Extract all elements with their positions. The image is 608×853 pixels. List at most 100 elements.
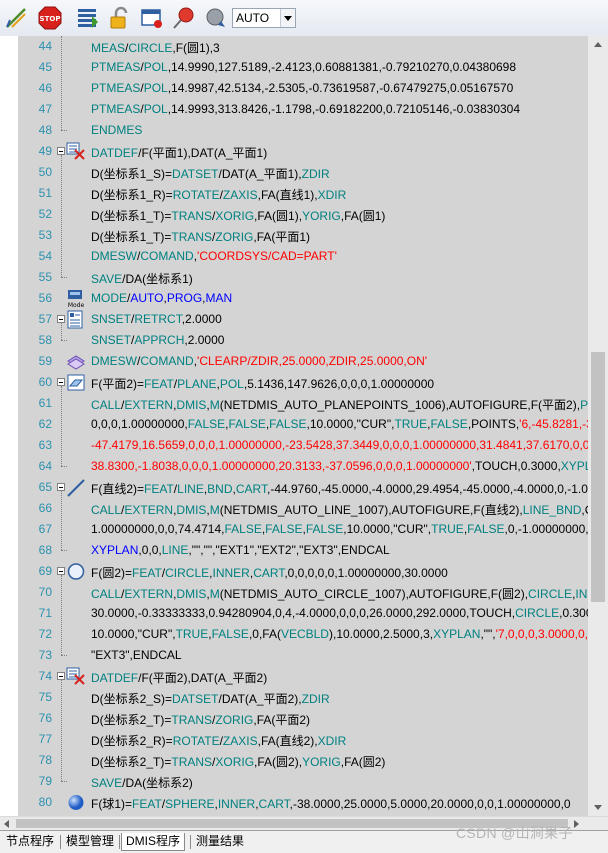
code-token: CIRCLE	[165, 566, 210, 580]
code-token: CALL	[91, 587, 122, 601]
code-token: TRUE	[394, 417, 428, 431]
code-line[interactable]: 67 1.00000000,0,0,74.4714,FALSE,FALSE,FAL…	[18, 519, 588, 540]
code-line[interactable]: 54 DMESW/COMAND,'COORDSYS/CAD=PART'	[18, 246, 588, 267]
tab-model-management[interactable]: 模型管理	[62, 833, 118, 851]
code-line[interactable]: 59 DMESW/COMAND,'CLEARP/ZDIR,25.0000,ZDIR…	[18, 351, 588, 372]
code-line[interactable]: 62 0,0,0,1.00000000,FALSE,FALSE,FALSE,10.…	[18, 414, 588, 435]
code-line[interactable]: 77 D(坐标系2_R)=ROTATE/ZAXIS,FA(直线2),XDIR	[18, 729, 588, 750]
line-number: 73	[38, 648, 52, 662]
code-line[interactable]: 64 38.8300,-1.8038,0,0,0,1.00000000,20.31…	[18, 456, 588, 477]
code-line[interactable]: 56 Mode MODE/AUTO,PROG,MAN	[18, 288, 588, 309]
scroll-right-arrow-icon[interactable]	[574, 820, 579, 828]
code-line[interactable]: 53 D(坐标系1_T)=TRANS/ZORIG,FA(平面1)	[18, 225, 588, 246]
code-token: PTMEAS	[91, 60, 141, 74]
code-line[interactable]: 48 ENDMES	[18, 120, 588, 141]
pin-icon[interactable]	[172, 6, 196, 30]
edit-icon[interactable]	[4, 6, 28, 30]
code-line[interactable]: 78 D(坐标系2_T)=TRANS/XORIG,FA(圆2),YORIG,FA(…	[18, 750, 588, 771]
code-line[interactable]: 63 -47.4179,16.5659,0,0,0,1.00000000,-23.…	[18, 435, 588, 456]
tab-measurement-results[interactable]: 测量结果	[192, 833, 248, 851]
code-token: DATDEF	[91, 146, 139, 160]
code-token: 10.0000,"CUR",	[91, 627, 176, 641]
code-token: ,0,FA(	[248, 627, 281, 641]
code-line[interactable]: 61 CALL/EXTERN,DMIS,M(NETDMIS_AUTO_PLANEP…	[18, 393, 588, 414]
code-line[interactable]: 55 SAVE/DA(坐标系1)	[18, 267, 588, 288]
fold-toggle-icon[interactable]	[57, 672, 65, 680]
tab-node-program[interactable]: 节点程序	[2, 833, 58, 851]
fold-toggle-icon[interactable]	[57, 378, 65, 386]
code-line[interactable]: 50 D(坐标系1_S)=DATSET/DAT(A_平面1),ZDIR	[18, 162, 588, 183]
code-token: LINE_BND	[522, 503, 582, 517]
code-token: DMESW	[91, 354, 137, 368]
vertical-scrollbar[interactable]	[588, 36, 608, 816]
code-token: F(圆2)=	[91, 566, 133, 580]
code-token: (NETDMIS_AUTO_CIRCLE_1007),AUTOFIGURE,F(…	[219, 587, 529, 601]
code-line[interactable]: 68 XYPLAN,0,0,LINE,"","","EXT1","EXT2","E…	[18, 540, 588, 561]
fold-toggle-icon[interactable]	[57, 483, 65, 491]
code-token: VECBLD	[280, 627, 329, 641]
code-line[interactable]: 73 "EXT3",ENDCAL	[18, 645, 588, 666]
code-line[interactable]: 69 F(圆2)=FEAT/CIRCLE,INNER,CART,0,0,0,0,0…	[18, 561, 588, 582]
tab-dmis-program[interactable]: DMIS程序	[121, 833, 186, 851]
stop-icon[interactable]: STOP	[38, 6, 62, 30]
code-token: XYPLAN	[433, 627, 481, 641]
chevron-down-icon[interactable]	[280, 9, 295, 27]
code-line[interactable]: 46 PTMEAS/POL,14.9987,42.5134,-2.5305,-0.…	[18, 78, 588, 99]
scroll-down-arrow-icon[interactable]	[588, 799, 608, 816]
code-line[interactable]: 74 DATDEF/F(平面2),DAT(A_平面2)	[18, 666, 588, 687]
list-icon[interactable]	[76, 6, 100, 30]
code-token: ,TOUCH,0.3000,	[471, 459, 561, 473]
code-line[interactable]: 45 PTMEAS/POL,14.9990,127.5189,-2.4123,0.…	[18, 57, 588, 78]
code-line[interactable]: 51 D(坐标系1_R)=ROTATE/ZAXIS,FA(直线1),XDIR	[18, 183, 588, 204]
code-line[interactable]: 52 D(坐标系1_T)=TRANS/XORIG,FA(圆1),YORIG,FA(…	[18, 204, 588, 225]
datum-icon	[66, 667, 86, 686]
code-token: ,FA(直线1),	[257, 188, 318, 202]
code-line[interactable]: 66 CALL/EXTERN,DMIS,M(NETDMIS_AUTO_LINE_1…	[18, 498, 588, 519]
code-line[interactable]: 60 F(平面2)=FEAT/PLANE,POL,5.1436,147.9626,…	[18, 372, 588, 393]
sphere-icon	[66, 793, 86, 812]
code-token: ,0,0,	[138, 543, 162, 557]
code-line[interactable]: 65 F(直线2)=FEAT/LINE,BND,CART,-44.9760,-45…	[18, 477, 588, 498]
code-token: ZDIR	[301, 167, 330, 181]
code-line[interactable]: 80 F(球1)=FEAT/SPHERE,INNER,CART,-38.0000,…	[18, 792, 588, 813]
dmis-code-editor[interactable]: 44 MEAS/CIRCLE,F(圆1),3 45 PTMEAS/POL,14.999…	[0, 36, 608, 816]
code-line[interactable]: 70 CALL/EXTERN,DMIS,M(NETDMIS_AUTO_CIRCLE…	[18, 582, 588, 603]
scroll-left-arrow-icon[interactable]	[4, 820, 9, 828]
code-line[interactable]: 58 SNSET/APPRCH,2.0000	[18, 330, 588, 351]
code-token: BND	[207, 482, 233, 496]
fold-toggle-icon[interactable]	[57, 567, 65, 575]
code-token: INNER	[217, 797, 256, 811]
code-line[interactable]: 49 DATDEF/F(平面1),DAT(A_平面1)	[18, 141, 588, 162]
code-token: F(直线2)=	[91, 482, 145, 496]
line-number: 76	[38, 711, 52, 725]
scroll-up-arrow-icon[interactable]	[588, 36, 608, 53]
code-text: 30.0000,-0.33333333,0.94280904,0,4,-4.00…	[91, 606, 588, 620]
code-token: EXTERN	[124, 587, 174, 601]
code-token: D(坐标系1_R)=	[91, 188, 173, 202]
code-line[interactable]: 71 30.0000,-0.33333333,0.94280904,0,4,-4.…	[18, 603, 588, 624]
fold-toggle-icon[interactable]	[57, 147, 65, 155]
line-number: 49	[38, 144, 52, 158]
code-token: D(坐标系2_R)=	[91, 734, 173, 748]
vertical-scroll-thumb[interactable]	[591, 352, 605, 602]
code-token: ,"","","EXT1","EXT2","EXT3",ENDCAL	[188, 543, 390, 557]
code-token: EXTERN	[124, 503, 174, 517]
svg-text:Mode: Mode	[68, 302, 85, 308]
code-token: MEAS	[91, 41, 126, 55]
mode-icon: Mode	[66, 289, 86, 308]
probe-icon[interactable]	[204, 6, 228, 30]
mode-select[interactable]: AUTO	[232, 8, 296, 28]
code-line[interactable]: 44 MEAS/CIRCLE,F(圆1),3	[18, 36, 588, 57]
fold-toggle-icon[interactable]	[57, 315, 65, 323]
window-icon[interactable]	[140, 6, 164, 30]
code-line[interactable]: 79 SAVE/DA(坐标系2)	[18, 771, 588, 792]
code-line[interactable]: 72 10.0000,"CUR",TRUE,FALSE,0,FA(VECBLD),…	[18, 624, 588, 645]
code-token: ,0,0,0,0,0,1.00000000,30.0000	[284, 566, 448, 580]
code-line[interactable]: 57 SNSET/RETRCT,2.0000	[18, 309, 588, 330]
code-line[interactable]: 76 D(坐标系2_T)=TRANS/ZORIG,FA(平面2)	[18, 708, 588, 729]
code-text: "EXT3",ENDCAL	[91, 648, 182, 662]
lock-icon[interactable]	[108, 6, 132, 30]
code-line[interactable]: 75 D(坐标系2_S)=DATSET/DAT(A_平面2),ZDIR	[18, 687, 588, 708]
code-line[interactable]: 47 PTMEAS/POL,14.9993,313.8426,-1.1798,-0…	[18, 99, 588, 120]
code-token: ,2.0000	[184, 333, 225, 347]
